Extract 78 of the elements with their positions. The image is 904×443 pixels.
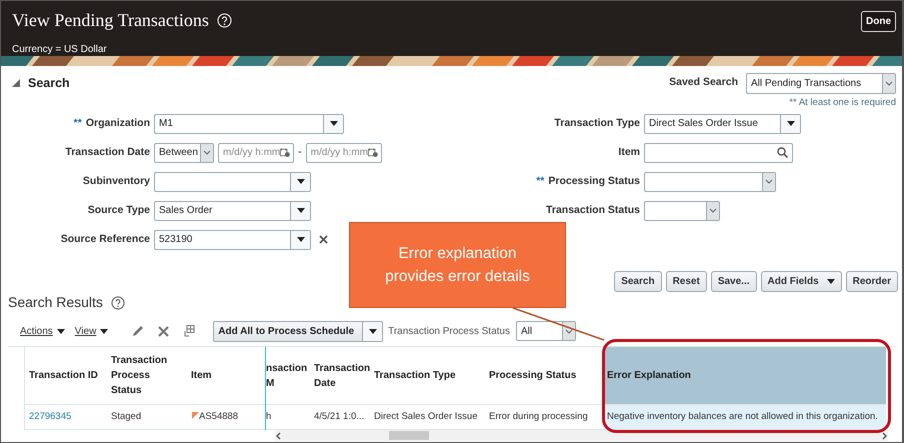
required-marker: ** xyxy=(536,174,544,189)
dropdown-icon xyxy=(368,328,377,334)
date-field[interactable]: m/d/yy h:mm xyxy=(306,142,382,162)
range-separator: - xyxy=(298,145,302,160)
chevron-icon xyxy=(885,80,893,86)
dropdown-icon xyxy=(296,208,304,213)
pencil-icon xyxy=(132,325,144,337)
field-label: Subinventory xyxy=(82,174,150,189)
required-note: ** At least one is required xyxy=(789,96,896,109)
search-icon xyxy=(777,147,788,158)
grid-icon xyxy=(183,325,196,337)
caret-icon xyxy=(100,328,108,334)
combo-field[interactable] xyxy=(154,172,311,192)
chevron-icon xyxy=(765,179,773,184)
select-field[interactable] xyxy=(644,200,720,220)
filter-select[interactable]: All xyxy=(516,321,576,341)
currency-label: Currency = US Dollar xyxy=(12,43,108,57)
operator-select[interactable]: Between xyxy=(154,142,214,162)
saved-search-label: Saved Search xyxy=(669,75,738,90)
column-header: Transaction Process Status xyxy=(107,347,187,405)
action-button[interactable]: Reset xyxy=(666,271,707,292)
section-title: Search xyxy=(28,74,70,92)
combo-field[interactable]: M1 xyxy=(154,114,344,134)
scrollbar-thumb[interactable] xyxy=(389,431,429,440)
action-button[interactable]: Save... xyxy=(710,271,757,292)
table-cell: Staged xyxy=(107,405,187,430)
dropdown-icon xyxy=(296,237,304,242)
chevron-icon xyxy=(203,150,211,155)
field-label: Transaction Type xyxy=(554,116,640,131)
calendar-icon xyxy=(280,147,290,158)
combo-field[interactable]: Sales Order xyxy=(154,200,311,220)
callout-box: Error explanation provides error details xyxy=(349,222,566,308)
column-header: Item xyxy=(187,347,265,405)
dropdown-icon xyxy=(296,179,304,184)
split-button[interactable]: Add All to Process Schedule xyxy=(213,320,384,342)
done-button[interactable]: Done xyxy=(861,11,896,32)
column-header: Processing Status xyxy=(485,347,603,405)
transaction-link[interactable]: 22796345 xyxy=(25,405,107,430)
column-header: nsaction M xyxy=(266,347,310,405)
column-header: Transaction Type xyxy=(370,347,485,405)
saved-search-dropdown[interactable]: All Pending Transactions xyxy=(746,72,896,94)
help-icon xyxy=(216,13,232,28)
chevron-icon xyxy=(564,328,573,334)
table-cell-text: AS54888 xyxy=(199,410,238,424)
action-button[interactable]: Reorder xyxy=(846,271,898,292)
scroll-left-icon xyxy=(275,432,281,440)
filter-label: Transaction Process Status xyxy=(388,324,510,338)
select-field[interactable] xyxy=(644,172,776,192)
scroll-right-icon xyxy=(882,432,888,440)
field-label: Transaction Status xyxy=(546,202,640,218)
search-field[interactable] xyxy=(644,142,793,162)
delete-icon xyxy=(158,326,170,336)
dropdown-icon xyxy=(330,121,338,126)
column-header: Transaction ID xyxy=(25,347,107,405)
combo-field[interactable]: Direct Sales Order Issue xyxy=(644,114,801,134)
help-icon xyxy=(110,296,125,310)
calendar-icon xyxy=(368,147,378,158)
required-marker: ** xyxy=(74,116,82,131)
field-label: Processing Status xyxy=(548,174,640,189)
menu-button[interactable]: Add Fields xyxy=(760,271,842,292)
field-label: Organization xyxy=(86,116,150,131)
dropdown-icon xyxy=(786,121,794,126)
chevron-icon xyxy=(709,208,717,213)
menu-link[interactable]: View xyxy=(74,324,108,338)
column-header: Error Explanation xyxy=(603,347,886,405)
page-title: View Pending Transactions xyxy=(12,9,209,32)
section-title: Search Results xyxy=(8,293,103,312)
action-button[interactable]: Search xyxy=(614,271,662,292)
combo-field[interactable]: 523190 xyxy=(154,230,311,250)
field-label: Source Type xyxy=(88,202,150,218)
field-label: Item xyxy=(618,144,640,160)
table-cell: Negative inventory balances are not allowed in this organization. xyxy=(603,405,886,430)
column-header: Transaction Date xyxy=(310,347,370,405)
caret-icon xyxy=(56,328,65,334)
field-label: Source Reference xyxy=(60,232,150,247)
menu-link[interactable]: Actions xyxy=(20,324,65,338)
field-label: Transaction Date xyxy=(65,144,150,160)
date-field[interactable]: m/d/yy h:mm xyxy=(218,142,294,162)
